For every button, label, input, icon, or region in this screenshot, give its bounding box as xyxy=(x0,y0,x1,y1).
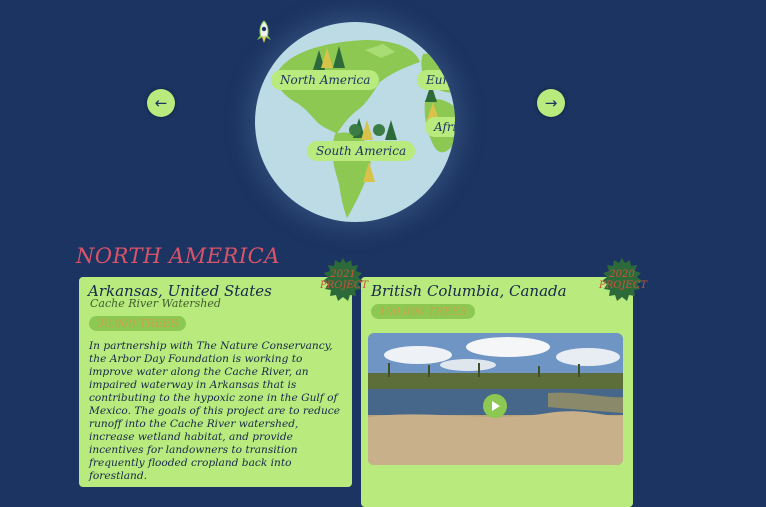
previous-arrow-button[interactable]: ← xyxy=(147,89,175,117)
next-arrow-button[interactable]: → xyxy=(537,89,565,117)
seal-word: PROJECT xyxy=(320,280,369,291)
project-card[interactable]: Arkansas, United States Cache River Wate… xyxy=(79,277,352,487)
year-seal: 2020 PROJECT xyxy=(599,257,648,303)
project-subtitle: Cache River Watershed xyxy=(90,297,221,310)
play-icon xyxy=(492,401,500,411)
world-globe[interactable]: North America South America Europe Afric… xyxy=(255,22,455,222)
seal-year: 2020 xyxy=(609,269,635,280)
section-title: NORTH AMERICA xyxy=(76,244,280,268)
year-seal: 2021 PROJECT xyxy=(320,257,369,303)
south-america-label[interactable]: South America xyxy=(307,141,416,161)
seal-year: 2021 xyxy=(330,269,356,280)
north-america-label[interactable]: North America xyxy=(271,70,380,90)
africa-label[interactable]: Africa xyxy=(425,117,455,137)
project-video[interactable] xyxy=(368,333,623,465)
trees-count-badge: 100,000 TREES xyxy=(371,304,476,319)
europe-label[interactable]: Europe xyxy=(417,70,455,90)
play-button[interactable] xyxy=(483,394,507,418)
trees-count-badge: 30,000 TREES xyxy=(89,316,187,331)
project-card[interactable]: British Columbia, Canada 100,000 TREES xyxy=(361,277,633,507)
project-title: British Columbia, Canada xyxy=(371,282,567,300)
project-description: In partnership with The Nature Conservan… xyxy=(89,340,340,482)
seal-word: PROJECT xyxy=(599,280,648,291)
